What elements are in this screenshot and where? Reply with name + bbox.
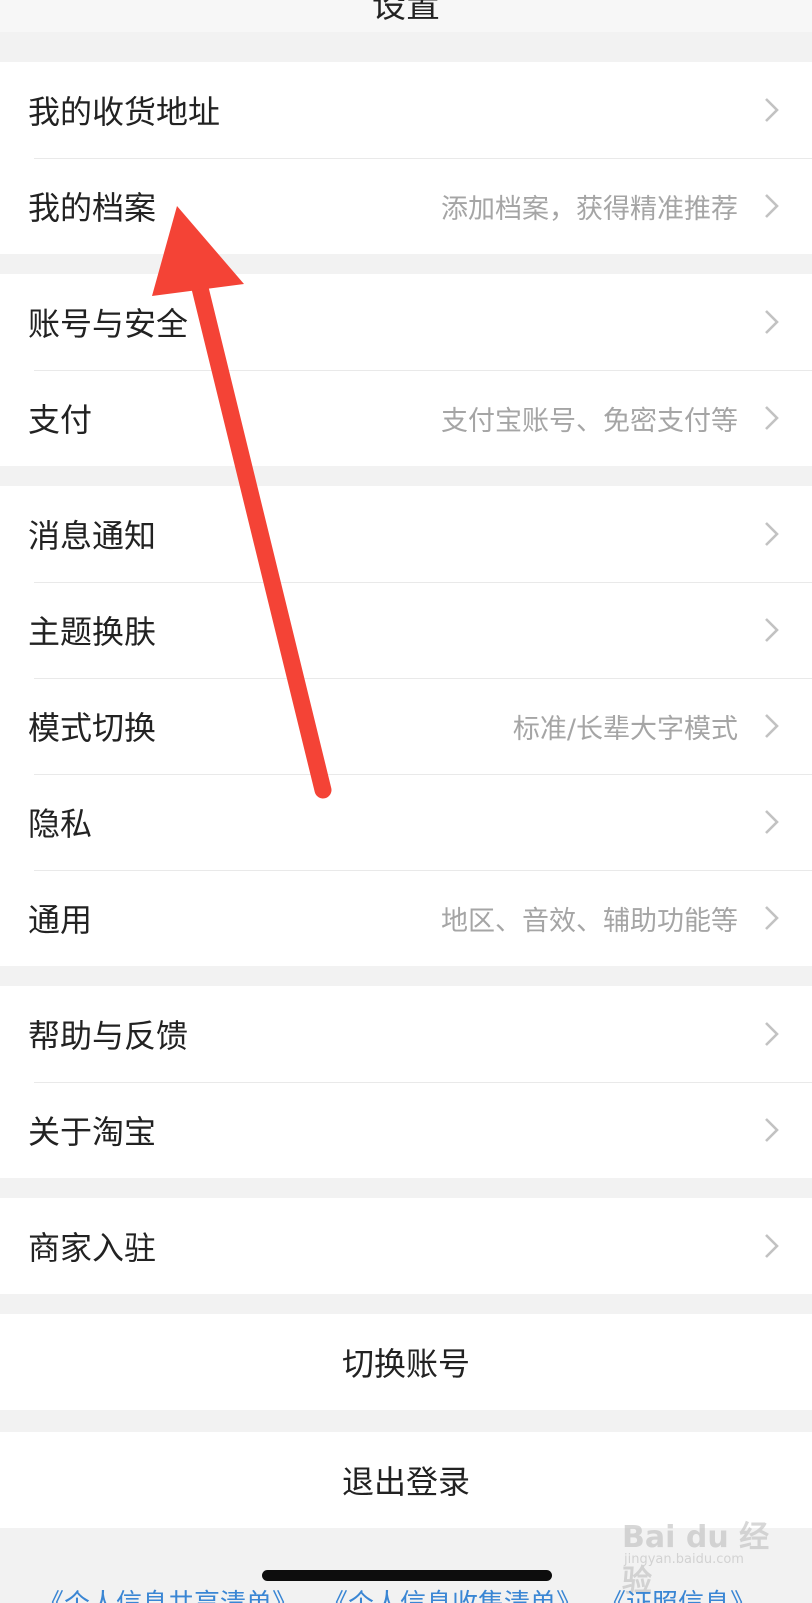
row-label: 模式切换 (28, 709, 157, 747)
baidu-watermark: Bai du 经验 jingyan.baidu.com (622, 1512, 782, 1599)
row-notifications[interactable]: 消息通知 (0, 486, 812, 582)
row-label: 隐私 (28, 805, 93, 843)
chevron-right-icon (765, 1234, 779, 1258)
chevron-right-icon (765, 522, 779, 546)
chevron-right-icon (765, 310, 779, 334)
chevron-right-icon (765, 618, 779, 642)
row-mode-switch[interactable]: 模式切换 标准/长辈大字模式 (0, 678, 812, 774)
row-merchant-join[interactable]: 商家入驻 (0, 1198, 812, 1294)
chevron-right-icon (765, 406, 779, 430)
switch-account-button[interactable]: 切换账号 (0, 1314, 812, 1410)
row-account-security[interactable]: 账号与安全 (0, 274, 812, 370)
row-shipping-address[interactable]: 我的收货地址 (0, 62, 812, 158)
row-label: 关于淘宝 (28, 1113, 157, 1151)
row-about[interactable]: 关于淘宝 (0, 1082, 812, 1178)
settings-group-address: 我的收货地址 我的档案 添加档案，获得精准推荐 (0, 62, 812, 254)
top-nav-bar: 设置 (0, 0, 812, 32)
row-my-profile[interactable]: 我的档案 添加档案，获得精准推荐 (0, 158, 812, 254)
chevron-right-icon (765, 1022, 779, 1046)
row-label: 商家入驻 (28, 1229, 157, 1267)
row-label: 支付 (28, 401, 93, 439)
settings-group-help: 帮助与反馈 关于淘宝 (0, 986, 812, 1178)
row-label: 主题换肤 (28, 613, 157, 651)
row-label: 我的收货地址 (28, 93, 221, 131)
watermark-url: jingyan.baidu.com (624, 1552, 744, 1567)
row-label: 我的档案 (28, 189, 157, 227)
row-label: 消息通知 (28, 517, 157, 555)
row-hint: 标准/长辈大字模式 (512, 713, 738, 745)
row-hint: 添加档案，获得精准推荐 (441, 193, 738, 225)
logout-label: 退出登录 (341, 1463, 470, 1501)
home-indicator (262, 1570, 552, 1581)
row-label: 帮助与反馈 (28, 1017, 189, 1055)
chevron-right-icon (765, 1118, 779, 1142)
row-help-feedback[interactable]: 帮助与反馈 (0, 986, 812, 1082)
chevron-right-icon (765, 906, 779, 930)
link-license-info[interactable]: 《证照信息》 (600, 1583, 756, 1603)
chevron-right-icon (765, 810, 779, 834)
footer-links: 《个人信息共享清单》 《个人信息收集清单》 《证照信息》 (0, 1583, 812, 1603)
row-privacy[interactable]: 隐私 (0, 774, 812, 870)
row-payment[interactable]: 支付 支付宝账号、免密支付等 (0, 370, 812, 466)
link-info-sharing-list[interactable]: 《个人信息共享清单》 (38, 1583, 298, 1603)
row-label: 账号与安全 (28, 305, 189, 343)
row-hint: 支付宝账号、免密支付等 (441, 405, 738, 437)
settings-group-account: 账号与安全 支付 支付宝账号、免密支付等 (0, 274, 812, 466)
chevron-right-icon (765, 714, 779, 738)
chevron-right-icon (765, 98, 779, 122)
row-theme[interactable]: 主题换肤 (0, 582, 812, 678)
row-general[interactable]: 通用 地区、音效、辅助功能等 (0, 870, 812, 966)
settings-group-preferences: 消息通知 主题换肤 模式切换 标准/长辈大字模式 隐私 通用 地区、音效、辅助功… (0, 486, 812, 966)
row-hint: 地区、音效、辅助功能等 (441, 905, 738, 937)
settings-group-merchant: 商家入驻 (0, 1198, 812, 1294)
page-title: 设置 (372, 0, 440, 26)
link-info-collection-list[interactable]: 《个人信息收集清单》 (322, 1583, 582, 1603)
chevron-right-icon (765, 194, 779, 218)
row-label: 通用 (28, 901, 93, 939)
switch-account-label: 切换账号 (341, 1345, 470, 1383)
